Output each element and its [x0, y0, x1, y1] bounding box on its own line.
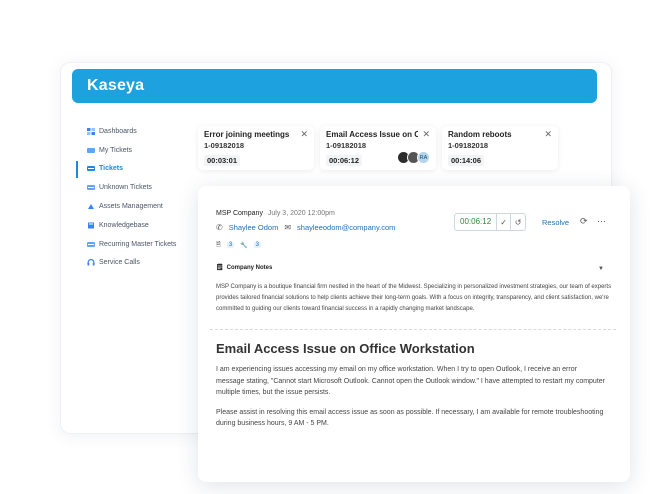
more-icon[interactable]: ⋯: [597, 216, 606, 227]
header-bar: Kaseya: [72, 69, 597, 103]
wrench-icon[interactable]: 🔧: [240, 242, 247, 249]
ticket-tab-timer: 00:14:06: [448, 155, 485, 166]
headset-icon: [87, 259, 95, 266]
attachments-count: 3: [226, 242, 235, 248]
issue-paragraph: I am experiencing issues accessing my em…: [216, 366, 605, 396]
ticket-tab-timer: 00:06:12: [326, 155, 363, 166]
sidebar-item-tickets[interactable]: Tickets: [76, 160, 196, 179]
divider: [210, 329, 616, 330]
company-notes-text: MSP Company is a boutique financial firm…: [216, 284, 612, 312]
sidebar: Dashboards My Tickets Tickets Unknown Ti…: [76, 122, 196, 272]
ticket-tab-id: 1-09182018: [204, 141, 245, 150]
recurring-icon: [87, 241, 95, 247]
viewer-avatars: RA: [397, 151, 430, 164]
ticket-counts: 🗎 3 🔧 3: [216, 240, 261, 250]
resolve-button[interactable]: Resolve: [542, 218, 569, 227]
ticket-tab-timer: 00:03:01: [204, 155, 241, 166]
issue-title: Email Access Issue on Office Workstation: [216, 341, 475, 356]
kaseya-logo[interactable]: Kaseya: [87, 77, 144, 95]
mail-icon: ✉: [284, 223, 292, 232]
company-line: MSP Company July 3, 2020 12:00pm: [216, 210, 335, 217]
sidebar-item-service-calls[interactable]: Service Calls: [76, 254, 196, 273]
company-notes-header[interactable]: 🗒 Company Notes: [216, 264, 273, 272]
sidebar-item-label: Knowledgebase: [99, 221, 149, 229]
ticket-tab-error-joining-meetings[interactable]: Error joining meetings ✕ 1-09182018 00:0…: [198, 126, 314, 170]
book-icon: [88, 222, 94, 229]
contact-name-link[interactable]: Shaylee Odom: [229, 223, 279, 232]
tickets-icon: [87, 166, 95, 172]
sidebar-item-label: Recurring Master Tickets: [99, 240, 177, 248]
sidebar-item-unknown-tickets[interactable]: Unknown Tickets: [76, 178, 196, 197]
ticket-date: July 3, 2020 12:00pm: [267, 210, 335, 217]
close-icon[interactable]: ✕: [300, 129, 308, 140]
company-notes-label: Company Notes: [226, 264, 273, 271]
ticket-tab-title: Random reboots: [448, 130, 512, 139]
tasks-count: 3: [253, 242, 261, 248]
attachment-icon[interactable]: 🗎: [216, 240, 221, 250]
check-icon[interactable]: ✓: [497, 214, 512, 230]
company-name: MSP Company: [216, 210, 263, 217]
contact-email-link[interactable]: shayleeodom@company.com: [297, 223, 395, 232]
contact-line: ✆ Shaylee Odom ✉ shayleeodom@company.com: [216, 223, 395, 232]
sidebar-item-label: Service Calls: [99, 259, 140, 267]
sidebar-item-label: Tickets: [99, 165, 123, 173]
grid-icon: [87, 127, 95, 135]
reset-icon[interactable]: ↺: [511, 214, 525, 230]
ticket-tab-id: 1-09182018: [448, 141, 489, 150]
assets-icon: [88, 204, 94, 210]
avatar[interactable]: RA: [417, 151, 430, 164]
issue-paragraph: Please assist in resolving this email ac…: [216, 408, 604, 428]
ticket-detail-card: MSP Company July 3, 2020 12:00pm ✆ Shayl…: [198, 186, 630, 482]
sidebar-item-my-tickets[interactable]: My Tickets: [76, 141, 196, 160]
chevron-down-icon[interactable]: ▼: [598, 266, 604, 272]
notes-icon: 🗒: [216, 265, 224, 271]
sidebar-item-dashboards[interactable]: Dashboards: [76, 122, 196, 141]
close-icon[interactable]: ✕: [544, 129, 552, 140]
refresh-icon[interactable]: ⟳: [580, 216, 588, 227]
timer-value: 00:06:12: [455, 214, 498, 230]
sidebar-item-label: Dashboards: [99, 127, 137, 135]
issue-body: I am experiencing issues accessing my em…: [216, 364, 606, 438]
close-icon[interactable]: ✕: [422, 129, 430, 140]
timer-control: 00:06:12 ✓ ↺: [454, 213, 527, 231]
sidebar-item-label: Unknown Tickets: [99, 184, 152, 192]
ticket-tab-email-access-issue[interactable]: Email Access Issue on O... ✕ 1-09182018 …: [320, 126, 436, 170]
ticket-tab-random-reboots[interactable]: Random reboots ✕ 1-09182018 00:14:06: [442, 126, 558, 170]
sidebar-item-label: Assets Management: [99, 203, 163, 211]
sidebar-item-recurring-master-tickets[interactable]: Recurring Master Tickets: [76, 235, 196, 254]
sidebar-item-label: My Tickets: [99, 146, 133, 154]
ticket-icon: [87, 147, 95, 153]
ticket-tab-id: 1-09182018: [326, 141, 367, 150]
ticket-tab-title: Error joining meetings: [204, 130, 290, 139]
unknown-ticket-icon: [87, 185, 95, 191]
sidebar-item-assets-management[interactable]: Assets Management: [76, 197, 196, 216]
phone-icon: ✆: [216, 223, 223, 232]
sidebar-item-knowledgebase[interactable]: Knowledgebase: [76, 216, 196, 235]
ticket-tab-title: Email Access Issue on O...: [326, 130, 418, 139]
